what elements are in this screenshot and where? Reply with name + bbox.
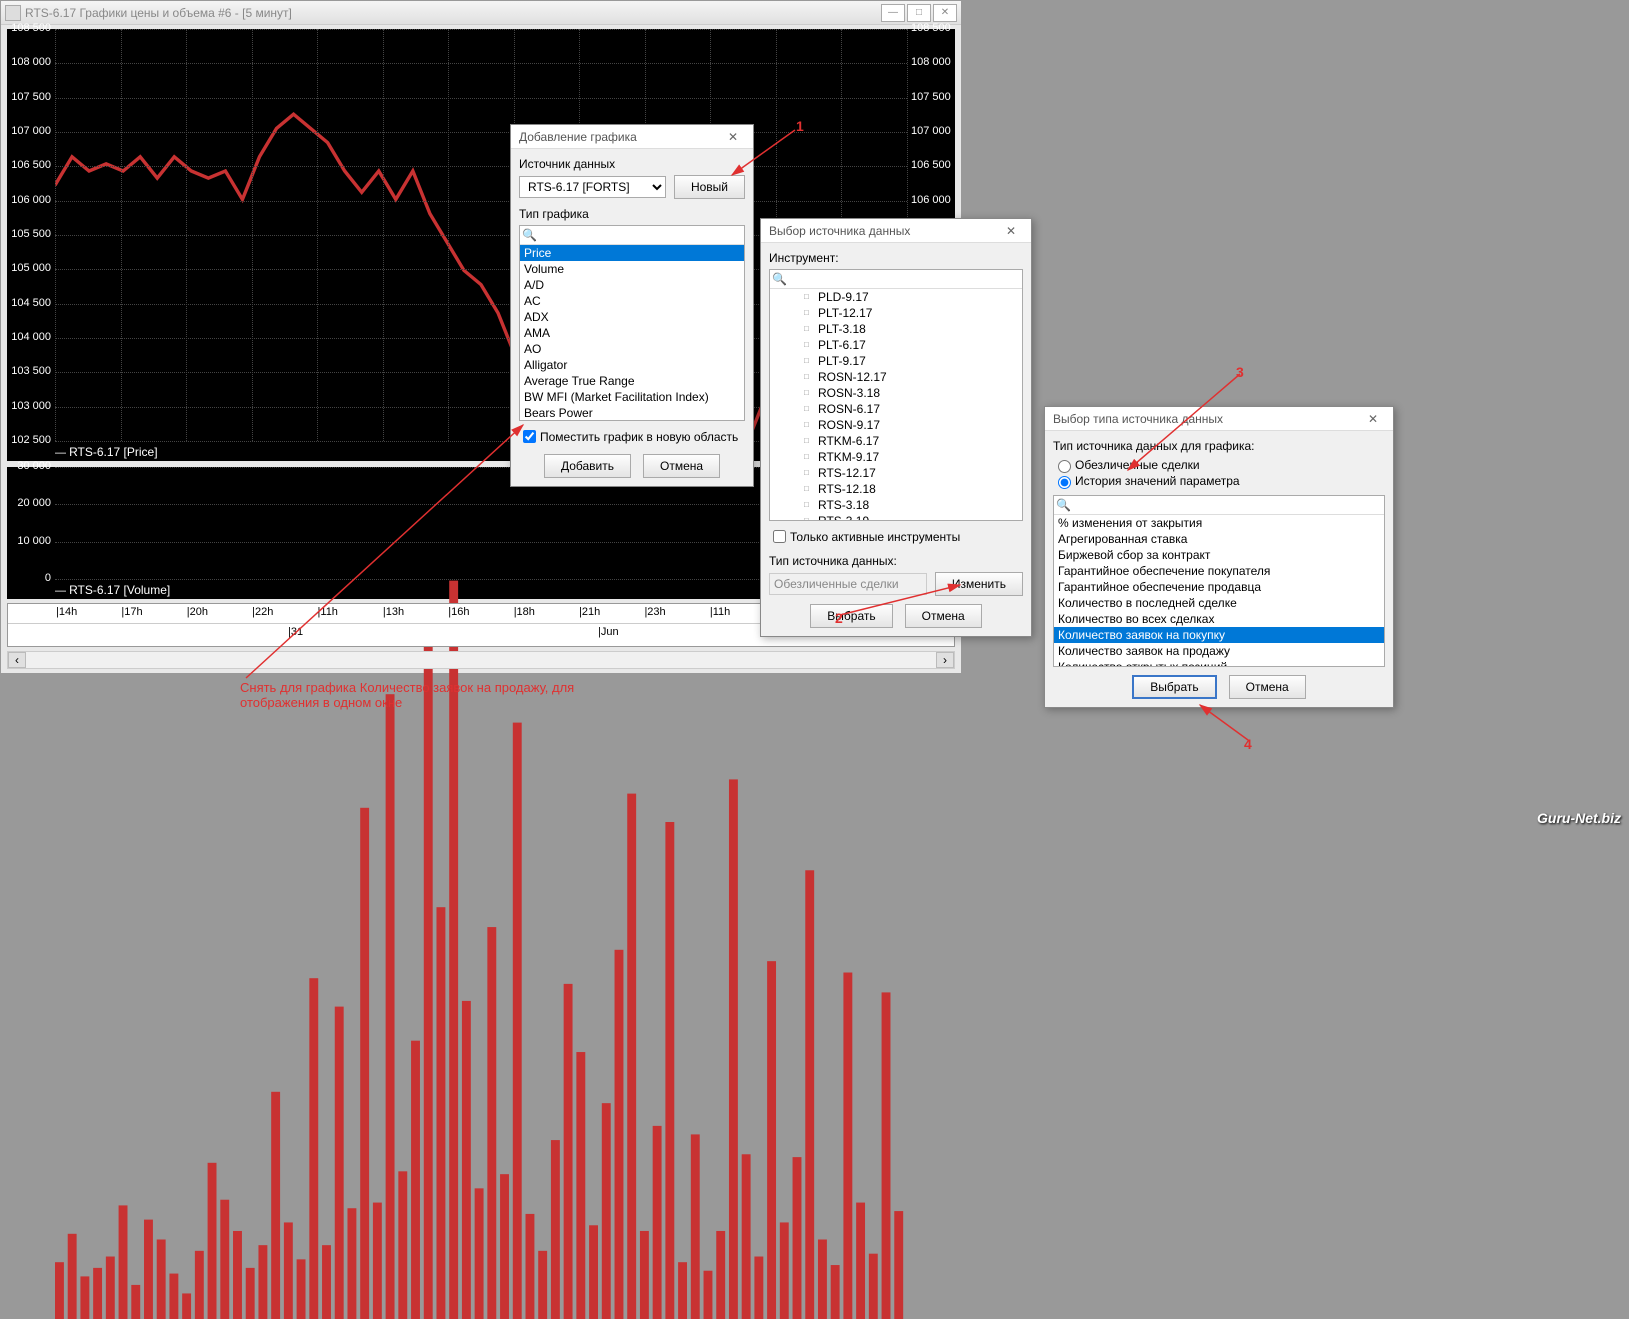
search-icon: 🔍 [1056,498,1071,512]
list-item[interactable]: Price [520,245,744,261]
list-item[interactable]: AC [520,293,744,309]
minimize-button[interactable]: — [881,4,905,22]
annotation-3: 3 [1236,364,1244,380]
watermark: Guru-Net.biz [1537,810,1621,826]
source-type-field: Обезличенные сделки [769,573,927,595]
main-titlebar: RTS-6.17 Графики цены и объема #6 - [5 м… [1,1,961,25]
anonymous-trades-radio[interactable] [1058,460,1071,473]
maximize-button[interactable]: □ [907,4,931,22]
annotation-4: 4 [1244,736,1252,752]
place-new-area-label: Поместить график в новую область [540,430,738,444]
close-icon[interactable]: ✕ [1361,410,1385,428]
list-item[interactable]: Количество заявок на продажу [1054,643,1384,659]
tree-item[interactable]: RTKM-6.17 [770,433,1022,449]
tree-item[interactable]: PLT-12.17 [770,305,1022,321]
source-select[interactable]: RTS-6.17 [FORTS] [519,176,666,198]
tree-item[interactable]: ROSN-3.18 [770,385,1022,401]
only-active-label: Только активные инструменты [790,530,960,544]
list-item[interactable]: ADX [520,309,744,325]
cancel-button[interactable]: Отмена [1229,675,1306,699]
select-button[interactable]: Выбрать [810,604,892,628]
source-type-for-chart-label: Тип источника данных для графика: [1053,439,1385,453]
list-item[interactable]: Volume [520,261,744,277]
list-item[interactable]: AMA [520,325,744,341]
scroll-left-arrow[interactable]: ‹ [8,652,26,668]
volume-chart-label: — RTS-6.17 [Volume] [55,583,170,597]
add-chart-dialog: Добавление графика ✕ Источник данных RTS… [510,124,754,487]
only-active-checkbox[interactable] [773,530,786,543]
select-button[interactable]: Выбрать [1132,675,1216,699]
scroll-right-arrow[interactable]: › [936,652,954,668]
tree-item[interactable]: ROSN-9.17 [770,417,1022,433]
list-item[interactable]: A/D [520,277,744,293]
search-icon: 🔍 [522,228,537,242]
tree-item[interactable]: RTS-12.18 [770,481,1022,497]
source-type-label: Тип источника данных: [769,554,1023,568]
place-new-area-checkbox[interactable] [523,430,536,443]
cancel-button[interactable]: Отмена [905,604,982,628]
source-type-dialog: Выбор типа источника данных ✕ Тип источн… [1044,406,1394,708]
source-selection-dialog: Выбор источника данных ✕ Инструмент: 🔍 P… [760,218,1032,637]
list-item[interactable]: Average True Range [520,373,744,389]
list-item[interactable]: Alligator [520,357,744,373]
annotation-1: 1 [796,118,804,134]
tree-item[interactable]: PLT-6.17 [770,337,1022,353]
cancel-button[interactable]: Отмена [643,454,720,478]
tree-item[interactable]: ROSN-12.17 [770,369,1022,385]
y-axis-left: 102 500103 000103 500104 000104 500105 0… [7,29,55,441]
dialog-title: Добавление графика [519,130,721,144]
instrument-label: Инструмент: [769,251,1023,265]
chart-type-listbox[interactable]: 🔍 PriceVolumeA/DACADXAMAAOAlligatorAvera… [519,225,745,421]
new-source-button[interactable]: Новый [674,175,745,199]
list-item[interactable]: Агрегированная ставка [1054,531,1384,547]
tree-item[interactable]: ROSN-6.17 [770,401,1022,417]
source-label: Источник данных [519,157,745,171]
app-icon [5,5,21,21]
close-icon[interactable]: ✕ [721,128,745,146]
dialog-titlebar: Выбор источника данных ✕ [761,219,1031,243]
instrument-listbox[interactable]: 🔍 PLD-9.17PLT-12.17PLT-3.18PLT-6.17PLT-9… [769,269,1023,521]
close-icon[interactable]: ✕ [999,222,1023,240]
close-button[interactable]: ✕ [933,4,957,22]
parameter-listbox[interactable]: 🔍 % изменения от закрытияАгрегированная … [1053,495,1385,667]
list-item[interactable]: Bears Power [520,405,744,421]
list-item[interactable]: % изменения от закрытия [1054,515,1384,531]
tree-item[interactable]: PLT-9.17 [770,353,1022,369]
annotation-2: 2 [835,610,843,626]
param-history-label: История значений параметра [1075,474,1240,488]
dialog-title: Выбор источника данных [769,224,999,238]
list-item[interactable]: AO [520,341,744,357]
window-title: RTS-6.17 Графики цены и объема #6 - [5 м… [25,6,879,20]
tree-item[interactable]: RTS-12.17 [770,465,1022,481]
tree-item[interactable]: PLD-9.17 [770,289,1022,305]
list-item[interactable]: Биржевой сбор за контракт [1054,547,1384,563]
dialog-title: Выбор типа источника данных [1053,412,1361,426]
dialog-titlebar: Выбор типа источника данных ✕ [1045,407,1393,431]
tree-item[interactable]: RTKM-9.17 [770,449,1022,465]
dialog-titlebar: Добавление графика ✕ [511,125,753,149]
list-item[interactable]: BW MFI (Market Facilitation Index) [520,389,744,405]
chart-type-label: Тип графика [519,207,745,221]
list-item[interactable]: Гарантийное обеспечение покупателя [1054,563,1384,579]
annotation-note: Снять для графика Количество заявок на п… [240,680,590,710]
param-history-radio[interactable] [1058,476,1071,489]
search-icon: 🔍 [772,272,787,286]
list-item[interactable]: Количество заявок на покупку [1054,627,1384,643]
anonymous-trades-label: Обезличенные сделки [1075,458,1200,472]
list-item[interactable]: Количество открытых позиций [1054,659,1384,667]
tree-item[interactable]: RTS-3.18 [770,497,1022,513]
list-item[interactable]: Гарантийное обеспечение продавца [1054,579,1384,595]
add-button[interactable]: Добавить [544,454,631,478]
volume-y-axis: 010 00020 00030 000 [7,467,55,579]
change-button[interactable]: Изменить [935,572,1023,596]
list-item[interactable]: Количество во всех сделках [1054,611,1384,627]
horizontal-scrollbar[interactable]: ‹ › [7,651,955,669]
list-item[interactable]: Количество в последней сделке [1054,595,1384,611]
price-chart-label: — RTS-6.17 [Price] [55,445,158,459]
tree-item[interactable]: RTS-3.19 [770,513,1022,521]
tree-item[interactable]: PLT-3.18 [770,321,1022,337]
